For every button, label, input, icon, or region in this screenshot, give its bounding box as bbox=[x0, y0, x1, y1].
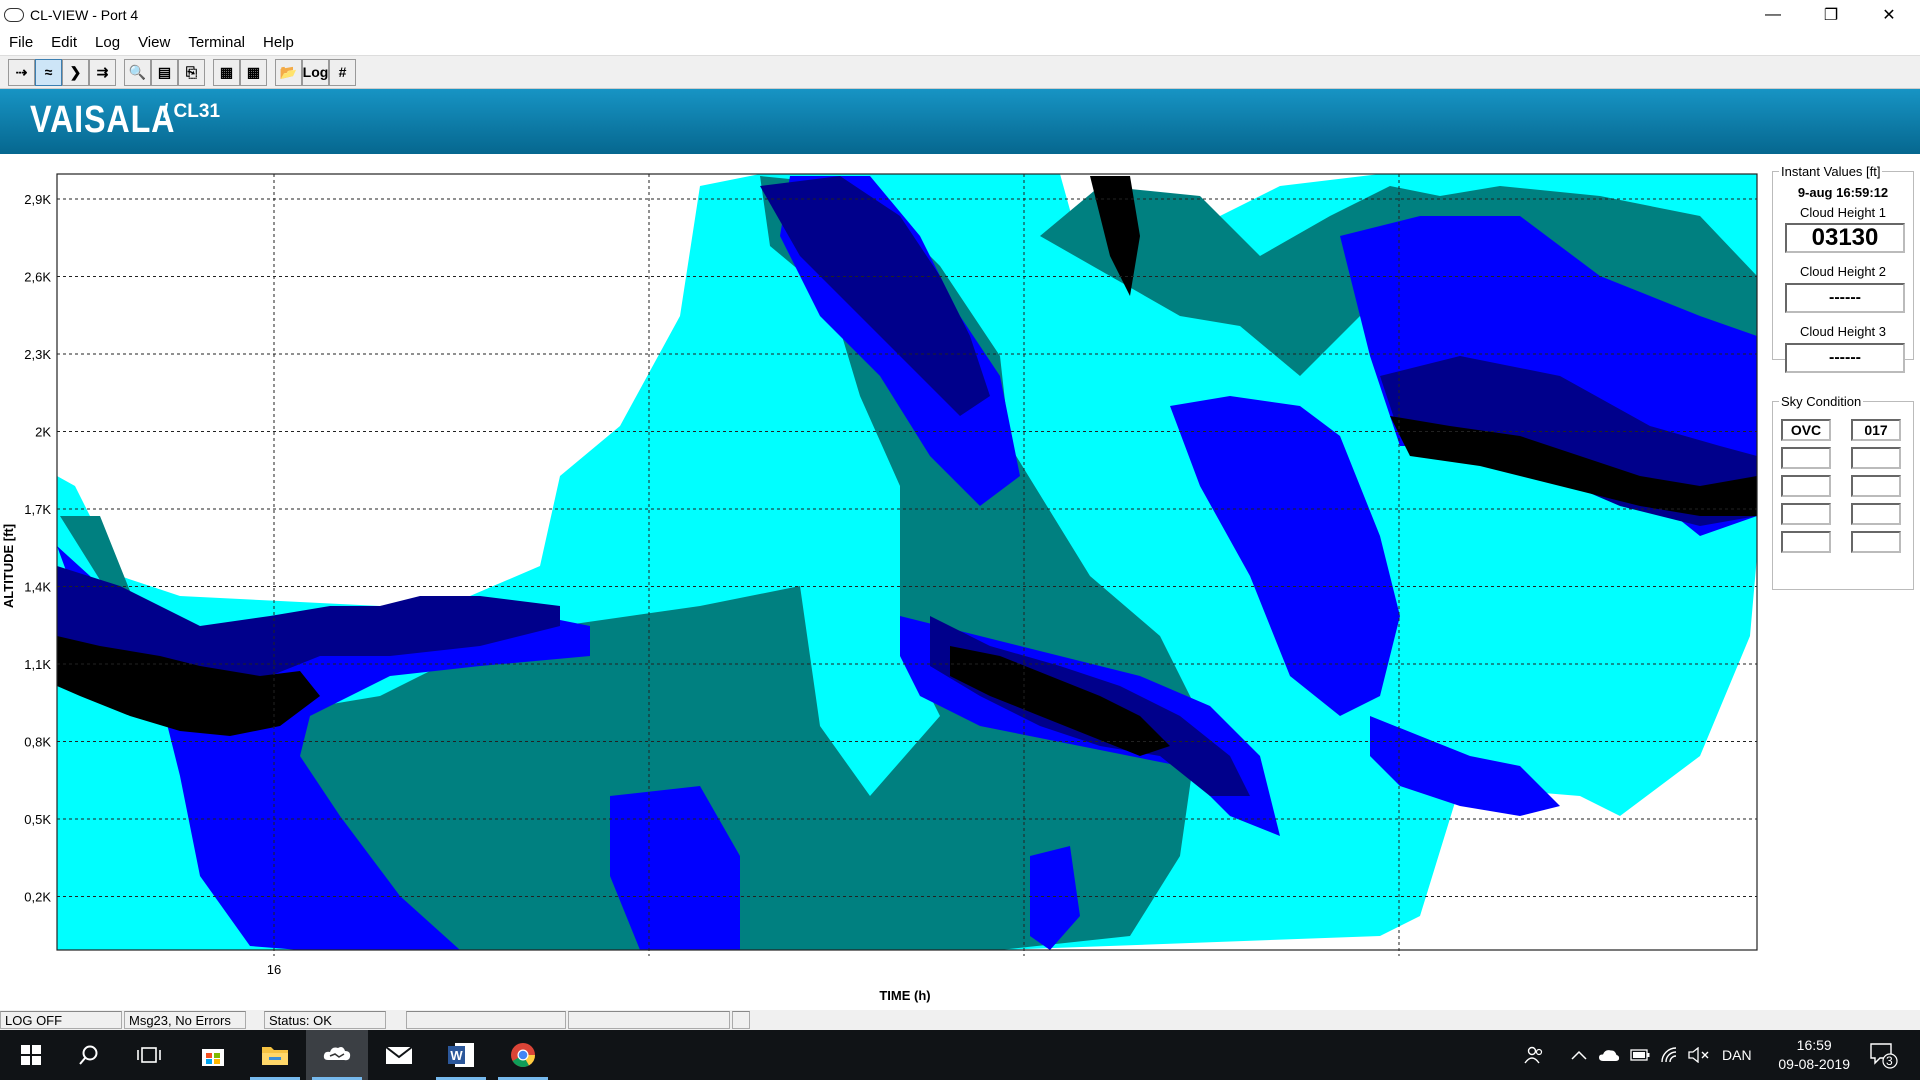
x-tick-label: 16 bbox=[267, 962, 281, 977]
start-icon[interactable] bbox=[0, 1030, 62, 1080]
cloud-height-1-value: 03130 bbox=[1785, 223, 1905, 253]
cloud-height-3-label: Cloud Height 3 bbox=[1800, 324, 1886, 339]
minimize-button[interactable]: — bbox=[1744, 0, 1802, 30]
wifi-icon[interactable] bbox=[1660, 1030, 1680, 1080]
windows-taskbar: W DAN 16:59 09-08-2019 3 bbox=[0, 1030, 1920, 1080]
open-folder-icon[interactable]: 📂 bbox=[275, 58, 302, 86]
notification-count: 3 bbox=[1886, 1054, 1893, 1068]
file-explorer-icon[interactable] bbox=[244, 1030, 306, 1080]
y-tick-label: 1,1K bbox=[24, 657, 51, 672]
language-indicator[interactable]: DAN bbox=[1722, 1030, 1752, 1080]
search-icon[interactable] bbox=[58, 1030, 120, 1080]
y-tick-label: 0,5K bbox=[24, 812, 51, 827]
chrome-icon[interactable] bbox=[492, 1030, 554, 1080]
sky-height-2 bbox=[1851, 447, 1901, 469]
cl-view-app-icon bbox=[4, 8, 24, 22]
message-status: Msg23, No Errors bbox=[124, 1011, 246, 1029]
cloud-height-2-label: Cloud Height 2 bbox=[1800, 264, 1886, 279]
sky-height-5 bbox=[1851, 531, 1901, 553]
y-tick-label: 2,9K bbox=[24, 192, 51, 207]
status-bar: LOG OFF Msg23, No Errors Status: OK bbox=[0, 1010, 1920, 1030]
onedrive-icon[interactable] bbox=[1598, 1030, 1620, 1080]
status-cell-empty-3 bbox=[732, 1011, 750, 1029]
cl-view-taskbar-icon[interactable] bbox=[306, 1030, 368, 1080]
instant-datetime: 9-aug 16:59:12 bbox=[1797, 185, 1889, 200]
window-title: CL-VIEW - Port 4 bbox=[30, 7, 139, 23]
cloud-height-2-value: ------ bbox=[1785, 283, 1905, 313]
values-panel: Instant Values [ft] 9-aug 16:59:12 Cloud… bbox=[1770, 156, 1920, 1008]
menu-terminal[interactable]: Terminal bbox=[179, 34, 254, 51]
sky-cover-2 bbox=[1781, 447, 1831, 469]
backscatter-plot: 2,9K 2,6K 2,3K 2K 1,7K 1,4K 1,1K 0,8K 0,5K 0,2K 1… bbox=[0, 156, 1770, 1008]
y-axis-label: ALTITUDE [ft] bbox=[1, 524, 16, 608]
task-view-icon[interactable] bbox=[118, 1030, 180, 1080]
vaisala-banner: VAISALA / CL31 bbox=[0, 89, 1920, 154]
y-tick-label: 1,7K bbox=[24, 502, 51, 517]
clock-date: 09-08-2019 bbox=[1778, 1056, 1850, 1072]
sky-height-3 bbox=[1851, 475, 1901, 497]
backscatter-heatmap: 2,9K 2,6K 2,3K 2K 1,7K 1,4K 1,1K 0,8K 0,5K 0,2K 1… bbox=[1, 173, 1758, 1003]
toolbar: ⇢ ≈ ❯ ⇉ 🔍 ▤ ⎘ ▦ ▦ 📂 Log # bbox=[0, 55, 1920, 89]
sky-condition-title: Sky Condition bbox=[1781, 394, 1862, 409]
document-icon[interactable]: ▤ bbox=[151, 58, 178, 86]
log-status: LOG OFF bbox=[0, 1011, 122, 1029]
fast-forward-icon[interactable]: ⇉ bbox=[89, 58, 116, 86]
sky-cover-1: OVC bbox=[1781, 419, 1831, 441]
sky-condition-group: Sky Condition OVC 017 bbox=[1772, 394, 1914, 590]
sky-cover-3 bbox=[1781, 475, 1831, 497]
people-icon[interactable] bbox=[1524, 1030, 1544, 1080]
cloud-height-3-value: ------ bbox=[1785, 343, 1905, 373]
volume-muted-icon[interactable] bbox=[1688, 1030, 1710, 1080]
cloud-icon[interactable]: ⎘ bbox=[178, 58, 205, 86]
menu-help[interactable]: Help bbox=[254, 34, 303, 51]
menu-file[interactable]: File bbox=[0, 34, 42, 51]
next-icon[interactable]: ❯ bbox=[62, 58, 89, 86]
menu-edit[interactable]: Edit bbox=[42, 34, 86, 51]
sky-height-1: 017 bbox=[1851, 419, 1901, 441]
sky-cover-4 bbox=[1781, 503, 1831, 525]
close-button[interactable]: ✕ bbox=[1860, 0, 1918, 30]
y-tick-label: 1,4K bbox=[24, 580, 51, 595]
store-icon[interactable] bbox=[182, 1030, 244, 1080]
calendar-up-icon[interactable]: ▦ bbox=[213, 58, 240, 86]
chevron-up-icon[interactable] bbox=[1571, 1030, 1587, 1080]
system-clock[interactable]: 16:59 09-08-2019 bbox=[1778, 1036, 1850, 1074]
y-tick-label: 0,2K bbox=[24, 890, 51, 905]
model-label: / CL31 bbox=[163, 101, 221, 122]
y-tick-label: 2,3K bbox=[24, 347, 51, 362]
clock-time: 16:59 bbox=[1796, 1037, 1832, 1053]
menu-bar: File Edit Log View Terminal Help bbox=[0, 30, 1920, 54]
menu-view[interactable]: View bbox=[129, 34, 179, 51]
zoom-icon[interactable]: 🔍 bbox=[124, 58, 151, 86]
y-tick-label: 2K bbox=[35, 425, 51, 440]
status-cell-empty-2 bbox=[568, 1011, 730, 1029]
monitor-icon[interactable]: ≈ bbox=[35, 58, 62, 86]
x-axis-label: TIME (h) bbox=[879, 988, 930, 1003]
calendar-down-icon[interactable]: ▦ bbox=[240, 58, 267, 86]
sky-cover-5 bbox=[1781, 531, 1831, 553]
y-axis-ticks: 2,9K 2,6K 2,3K 2K 1,7K 1,4K 1,1K 0,8K 0,5K 0,2K bbox=[24, 192, 51, 905]
log-icon[interactable]: Log bbox=[302, 58, 329, 86]
cloud-height-1-label: Cloud Height 1 bbox=[1800, 205, 1886, 220]
y-tick-label: 2,6K bbox=[24, 270, 51, 285]
instant-values-title: Instant Values [ft] bbox=[1781, 164, 1881, 179]
restore-button[interactable]: ❐ bbox=[1802, 0, 1860, 30]
word-icon[interactable]: W bbox=[430, 1030, 492, 1080]
device-status: Status: OK bbox=[264, 1011, 386, 1029]
connect-icon[interactable]: ⇢ bbox=[8, 58, 35, 86]
y-tick-label: 0,8K bbox=[24, 735, 51, 750]
title-bar: CL-VIEW - Port 4 — ❐ ✕ bbox=[0, 0, 1920, 30]
menu-log[interactable]: Log bbox=[86, 34, 129, 51]
notification-icon[interactable]: 3 bbox=[1868, 1030, 1898, 1080]
sky-height-4 bbox=[1851, 503, 1901, 525]
mail-icon[interactable] bbox=[368, 1030, 430, 1080]
grid-icon[interactable]: # bbox=[329, 58, 356, 86]
status-cell-empty-1 bbox=[406, 1011, 566, 1029]
svg-text:W: W bbox=[450, 1048, 463, 1063]
instant-values-group: Instant Values [ft] 9-aug 16:59:12 Cloud… bbox=[1772, 164, 1914, 373]
battery-icon[interactable] bbox=[1630, 1030, 1650, 1080]
brand-logo: VAISALA bbox=[30, 99, 176, 141]
